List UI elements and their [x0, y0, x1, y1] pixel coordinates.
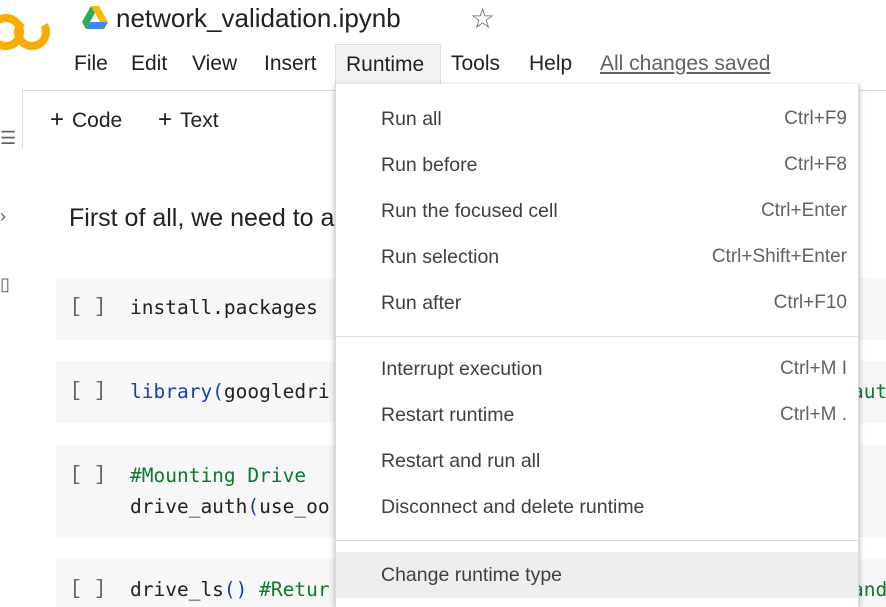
menu-item-restart-and-run-all[interactable]: Restart and run all — [336, 438, 858, 484]
left-rail: ☰ › ▯ — [0, 90, 23, 607]
menu-item-run-focused-cell[interactable]: Run the focused cell Ctrl+Enter — [336, 188, 858, 234]
code-function: drive_auth — [130, 495, 248, 518]
code-arg: use_oo — [259, 495, 330, 518]
menu-item-run-after[interactable]: Run after Ctrl+F10 — [336, 280, 858, 326]
code-comment: #Retur — [247, 578, 330, 601]
menu-divider — [336, 540, 858, 541]
menu-divider — [336, 336, 858, 337]
run-cell-button[interactable]: [ ] — [70, 296, 106, 319]
menu-edit[interactable]: Edit — [121, 44, 177, 84]
code-icon[interactable]: ▯ — [0, 274, 10, 295]
plus-icon: + — [50, 106, 65, 133]
shortcut-label: Ctrl+M I — [779, 358, 847, 379]
code-comment[interactable]: #Mounting Drive — [130, 464, 306, 487]
code-line[interactable]: drive_auth(use_oo — [130, 495, 330, 518]
star-icon[interactable]: ☆ — [470, 2, 495, 35]
menu-view[interactable]: View — [182, 44, 247, 84]
menu-item-label: Run selection — [381, 246, 500, 268]
menu-item-run-before[interactable]: Run before Ctrl+F8 — [336, 142, 858, 188]
shortcut-label: Ctrl+Shift+Enter — [711, 246, 847, 267]
code-arg: googledri — [223, 380, 330, 403]
add-code-button[interactable]: + Code — [50, 91, 122, 149]
code-paren: () — [223, 578, 248, 601]
menu-tools[interactable]: Tools — [441, 44, 510, 84]
save-status-link[interactable]: All changes saved — [600, 44, 770, 84]
add-code-label: Code — [72, 109, 123, 132]
menu-item-restart-runtime[interactable]: Restart runtime Ctrl+M . — [336, 392, 858, 438]
menu-insert[interactable]: Insert — [254, 44, 327, 84]
code-line[interactable]: install.packages — [130, 296, 318, 319]
run-cell-button[interactable]: [ ] — [70, 464, 106, 487]
menu-item-label: Run after — [381, 292, 462, 314]
run-cell-button[interactable]: [ ] — [70, 380, 106, 403]
menu-item-label: Restart and run all — [381, 450, 541, 472]
google-drive-icon[interactable] — [82, 6, 108, 30]
menu-item-label: Change runtime type — [381, 564, 563, 586]
run-cell-button[interactable]: [ ] — [70, 578, 106, 601]
shortcut-label: Ctrl+M . — [779, 404, 847, 425]
menu-runtime[interactable]: Runtime — [335, 44, 441, 84]
code-line[interactable]: library(googledri — [130, 380, 330, 403]
code-line[interactable]: drive_ls() #Retur — [130, 578, 330, 601]
shortcut-label: Ctrl+Enter — [760, 200, 847, 221]
search-icon[interactable]: › — [0, 206, 6, 227]
add-text-label: Text — [180, 109, 219, 132]
menu-item-label: Interrupt execution — [381, 358, 543, 380]
code-function: library( — [130, 380, 224, 403]
menu-item-label: Run all — [381, 108, 442, 130]
shortcut-label: Ctrl+F8 — [784, 154, 847, 175]
menu-item-change-runtime-type[interactable]: Change runtime type — [336, 552, 858, 598]
menu-icon[interactable]: ☰ — [0, 128, 16, 149]
menu-file[interactable]: File — [64, 44, 118, 84]
menu-item-label: Restart runtime — [381, 404, 515, 426]
shortcut-label: Ctrl+F10 — [773, 292, 847, 313]
menu-item-run-selection[interactable]: Run selection Ctrl+Shift+Enter — [336, 234, 858, 280]
colab-logo — [0, 14, 50, 50]
add-text-button[interactable]: + Text — [158, 91, 219, 149]
menu-item-label: Run the focused cell — [381, 200, 558, 222]
plus-icon: + — [158, 106, 173, 133]
menu-item-interrupt-execution[interactable]: Interrupt execution Ctrl+M I — [336, 346, 858, 392]
menu-help[interactable]: Help — [519, 44, 582, 84]
menu-item-disconnect-delete-runtime[interactable]: Disconnect and delete runtime — [336, 484, 858, 530]
menu-item-run-all[interactable]: Run all Ctrl+F9 — [336, 96, 858, 142]
code-function: drive_ls — [130, 578, 224, 601]
menu-item-label: Run before — [381, 154, 478, 176]
shortcut-label: Ctrl+F9 — [784, 108, 847, 129]
text-cell[interactable]: First of all, we need to a — [69, 204, 334, 233]
menu-item-label: Disconnect and delete runtime — [381, 496, 645, 518]
runtime-menu: Run all Ctrl+F9 Run before Ctrl+F8 Run t… — [335, 84, 859, 607]
code-paren: ( — [247, 495, 260, 518]
notebook-title[interactable]: network_validation.ipynb — [116, 3, 401, 34]
